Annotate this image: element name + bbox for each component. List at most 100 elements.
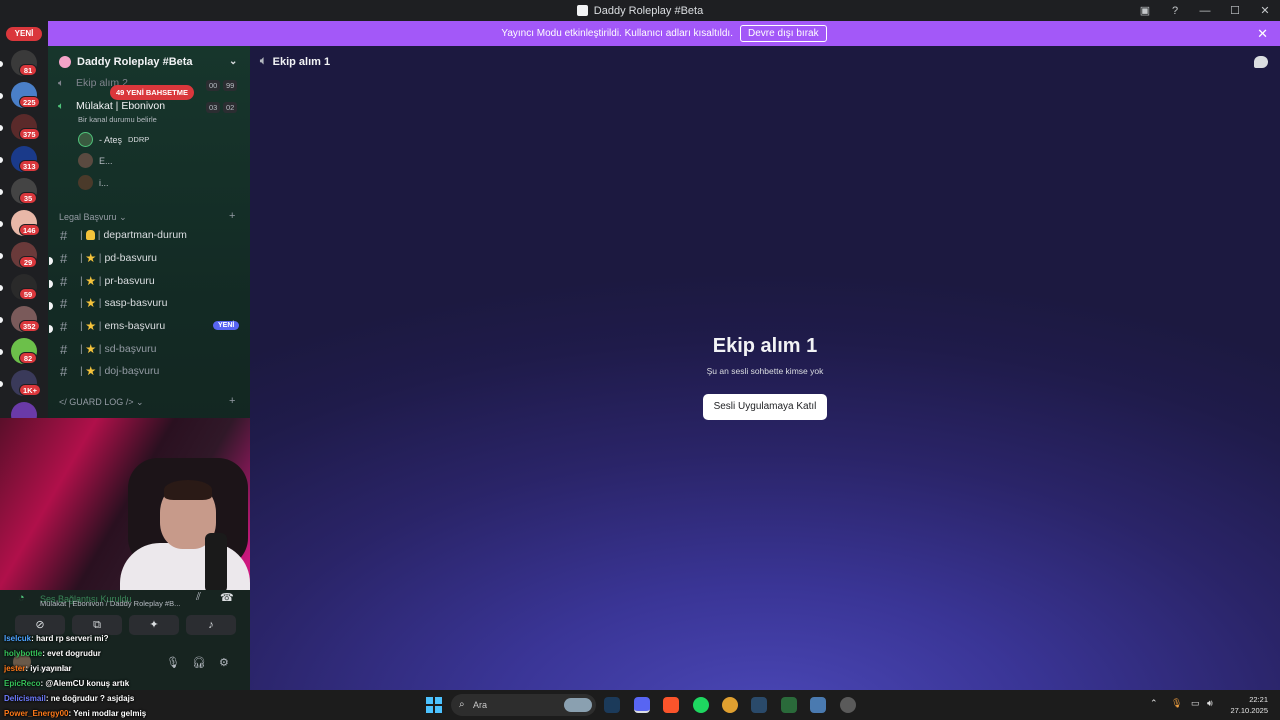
category-legal-basvuru[interactable]: Legal Başvuru ⌄: [59, 212, 127, 223]
excel-icon[interactable]: [781, 697, 797, 713]
star-icon: [85, 276, 96, 286]
search-placeholder: Ara: [473, 700, 488, 710]
unread-indicator: [49, 302, 53, 310]
speaker-icon: 🔈︎: [58, 78, 64, 89]
noise-suppression-icon[interactable]: ⫽: [196, 591, 201, 604]
search-icon: ⌕: [459, 699, 465, 710]
server-mention-badge: 146: [19, 224, 40, 236]
steam-icon[interactable]: [604, 697, 620, 713]
disconnect-icon[interactable]: ☎: [220, 591, 234, 604]
bell-icon: [85, 230, 95, 240]
streamer-webcam: [0, 418, 290, 590]
screen-share-button[interactable]: ⧉: [72, 615, 122, 635]
user-count: 03: [206, 102, 221, 113]
voice-user[interactable]: - Ateş DDRP: [78, 132, 149, 147]
channel-header-title: Ekip alım 1: [272, 55, 331, 68]
unread-indicator: [0, 221, 3, 227]
channel-pd-basvuru[interactable]: # | | pd-basvuru: [60, 249, 244, 267]
server-mention-badge: 29: [19, 256, 37, 268]
camera-off-button[interactable]: ⊘: [15, 615, 65, 635]
chevron-down-icon[interactable]: ⌄: [229, 56, 237, 67]
chevron-up-icon[interactable]: ⌃: [1150, 698, 1158, 709]
banner-text: Yayıncı Modu etkinleştirildi. Kullanıcı …: [501, 28, 733, 39]
spotify-icon[interactable]: [693, 697, 709, 713]
star-icon: [85, 366, 96, 376]
activities-button[interactable]: ✦: [129, 615, 179, 635]
minimize-button[interactable]: —: [1190, 5, 1220, 17]
steam-icon[interactable]: [751, 697, 767, 713]
join-voice-button[interactable]: Sesli Uygulamaya Katıl: [703, 394, 827, 420]
new-servers-pill[interactable]: YENİ: [6, 27, 42, 41]
server-header[interactable]: Daddy Roleplay #Beta ⌄: [48, 46, 250, 78]
channel-name: sasp-basvuru: [104, 297, 168, 309]
chat-message: Delicismail: ne doğrudur ? asjdajs: [4, 694, 134, 703]
inbox-icon[interactable]: ▣: [1130, 4, 1160, 17]
channel-departman-durum[interactable]: # | | departman-durum: [60, 226, 244, 244]
user-tag: DDRP: [128, 135, 150, 144]
channel-sd-basvuru[interactable]: # | | sd-başvuru: [60, 340, 244, 358]
chat-user: Iselcuk: [4, 634, 32, 643]
hash-icon: #: [60, 273, 68, 289]
server-mention-badge: 35: [19, 192, 37, 204]
window-title: Daddy Roleplay #Beta: [593, 4, 704, 17]
avatar: [78, 153, 93, 168]
soundboard-button[interactable]: ♪: [186, 615, 236, 635]
voice-user-name: i...: [99, 177, 109, 188]
gear-icon[interactable]: ⚙: [219, 656, 229, 669]
add-channel-icon[interactable]: +: [229, 210, 235, 222]
chat-icon[interactable]: [1254, 56, 1268, 68]
voice-location[interactable]: Mülakat | Ebonivon / Daddy Roleplay #B..…: [40, 599, 180, 608]
voice-user-name: E...: [99, 155, 113, 166]
chevron-down-icon: ⌄: [119, 212, 127, 222]
voice-user[interactable]: i...: [78, 175, 109, 190]
voice-user[interactable]: E...: [78, 153, 113, 168]
server-boost-icon: [59, 56, 71, 68]
server-name: Daddy Roleplay #Beta: [77, 56, 193, 68]
chat-message: EpicReco: @AlemCU konuş artık: [4, 679, 129, 688]
close-window-button[interactable]: ✕: [1250, 4, 1280, 17]
chat-text: : iyi yayınlar: [25, 664, 72, 673]
signal-icon[interactable]: ◔: [18, 592, 25, 604]
voice-user-name: - Ateş: [99, 134, 123, 145]
server-mention-badge: 225: [19, 96, 40, 108]
help-icon[interactable]: ?: [1160, 5, 1190, 17]
voice-channel-active[interactable]: 🔈︎ Mülakat | Ebonivon: [58, 100, 165, 112]
close-icon[interactable]: ✕: [1257, 26, 1268, 42]
add-channel-icon[interactable]: +: [229, 395, 235, 407]
server-mention-badge: 1K+: [19, 384, 41, 396]
network-icon[interactable]: ▭: [1191, 698, 1200, 709]
chat-user: jester: [4, 664, 26, 673]
channel-sasp-basvuru[interactable]: # | | sasp-basvuru: [60, 294, 244, 312]
window-controls: ▣ ? — ☐ ✕: [1130, 0, 1280, 21]
channel-doj-basvuru[interactable]: # | | doj-başvuru: [60, 362, 244, 380]
chat-message: holybottle: evet dogrudur: [4, 649, 101, 658]
new-mentions-pill[interactable]: 49 YENİ BAHSETME: [110, 85, 194, 100]
chat-text: : hard rp serveri mi?: [31, 634, 109, 643]
windows-start-icon[interactable]: [426, 697, 442, 713]
app-icon[interactable]: [722, 697, 738, 713]
system-clock[interactable]: 22:21 27.10.2025: [1230, 694, 1268, 716]
headphones-icon[interactable]: 🎧︎: [192, 656, 206, 669]
unread-indicator: [49, 257, 53, 265]
star-icon: [85, 344, 96, 354]
star-icon: [85, 298, 96, 308]
chat-text: : ne doğrudur ? asjdajs: [45, 694, 135, 703]
server-mention-badge: 313: [19, 160, 40, 172]
volume-icon[interactable]: 🔊︎: [1207, 698, 1213, 709]
discord-icon[interactable]: [634, 697, 650, 713]
microphone-icon[interactable]: 🎙︎: [1171, 698, 1182, 709]
microphone-icon[interactable]: 🎙︎: [166, 656, 180, 669]
taskbar-search[interactable]: ⌕ Ara: [451, 694, 596, 716]
brave-icon[interactable]: [663, 697, 679, 713]
app-icon[interactable]: [810, 697, 826, 713]
chat-user: Delicismail: [4, 694, 46, 703]
channel-status[interactable]: Bir kanal durumu belirle: [78, 115, 157, 124]
hash-icon: #: [60, 295, 68, 311]
channel-pr-basvuru[interactable]: # | | pr-basvuru: [60, 272, 244, 290]
disable-streamer-mode-button[interactable]: Devre dışı bırak: [740, 25, 827, 42]
clock-date: 27.10.2025: [1230, 706, 1268, 715]
unread-indicator: [0, 349, 3, 355]
maximize-button[interactable]: ☐: [1220, 4, 1250, 17]
app-icon[interactable]: [840, 697, 856, 713]
category-guard-log[interactable]: </ GUARD LOG /> ⌄: [59, 397, 144, 408]
